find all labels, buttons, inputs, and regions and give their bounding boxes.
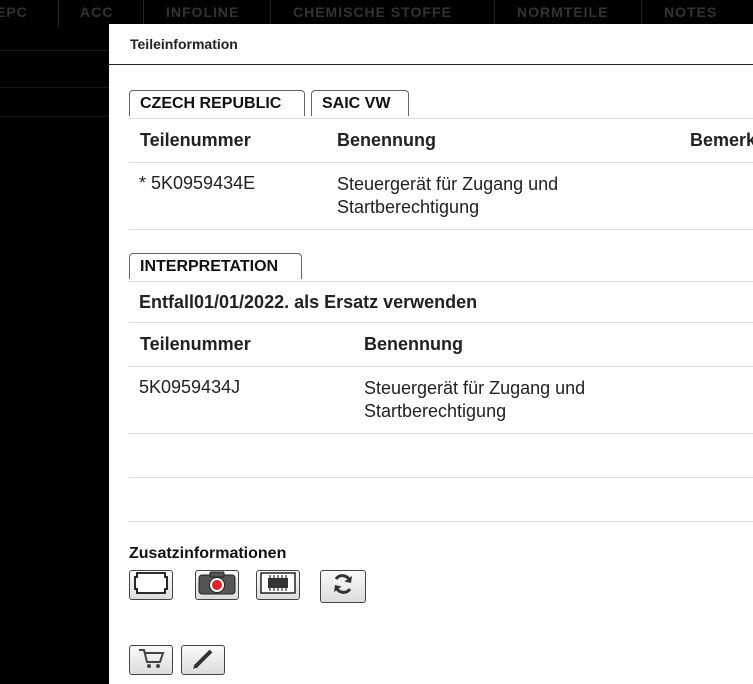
nav-epc: EPC xyxy=(0,4,28,20)
empty-row xyxy=(129,434,753,477)
nav-infoline: INFOLINE xyxy=(166,4,240,20)
nav-chemische-stoffe: CHEMISCHE STOFFE xyxy=(293,4,452,20)
part-name-line2: Startberechtigung xyxy=(337,197,480,217)
frame-icon-button[interactable] xyxy=(129,570,173,600)
parts-table-header: Teilenummer Benennung Bemerkung xyxy=(129,119,753,162)
chip-icon xyxy=(260,571,296,599)
pencil-icon xyxy=(190,646,216,675)
part-number: 5K0959434J xyxy=(139,377,241,397)
col-teilenummer: Teilenummer xyxy=(140,130,251,150)
region-tabs: CZECH REPUBLIC SAIC VW xyxy=(129,90,753,118)
nav-notes: NOTES xyxy=(664,4,718,20)
dialog-header: Teileinformation xyxy=(109,24,753,65)
table-row: 5K0959434J Steuergerät für Zugang und St… xyxy=(129,367,753,433)
nav-acc: ACC xyxy=(80,4,114,20)
part-name-line2: Startberechtigung xyxy=(364,401,507,421)
cart-icon-button[interactable] xyxy=(129,645,173,675)
col-bemerkung: Bemerkung xyxy=(690,130,753,150)
tab-saic-vw[interactable]: SAIC VW xyxy=(311,90,409,116)
refresh-icon xyxy=(331,572,355,601)
table-row: * 5K0959434E Steuergerät für Zugang und … xyxy=(129,163,753,229)
part-info-dialog: Teileinformation CZECH REPUBLIC SAIC VW … xyxy=(109,24,753,684)
cart-icon xyxy=(136,646,166,675)
col-benennung: Benennung xyxy=(337,130,436,150)
interpretation-table-header: Teilenummer Benennung xyxy=(129,323,753,366)
part-name-line1: Steuergerät für Zugang und xyxy=(337,174,559,194)
tab-interpretation[interactable]: INTERPRETATION xyxy=(129,253,302,279)
refresh-icon-button[interactable] xyxy=(320,570,366,603)
empty-row xyxy=(129,478,753,521)
tab-czech-republic[interactable]: CZECH REPUBLIC xyxy=(129,90,305,116)
frame-icon xyxy=(134,571,168,599)
camera-icon-button[interactable] xyxy=(195,570,239,600)
col-benennung: Benennung xyxy=(364,334,463,354)
camera-icon xyxy=(198,571,236,600)
pencil-icon-button[interactable] xyxy=(181,645,225,675)
interpretation-tabs: INTERPRETATION xyxy=(129,253,753,281)
additional-info-label: Zusatzinformationen xyxy=(129,545,287,562)
chip-icon-button[interactable] xyxy=(256,570,300,600)
part-name-line1: Steuergerät für Zugang und xyxy=(364,378,586,398)
nav-normteile: NORMTEILE xyxy=(517,4,609,20)
part-number: * 5K0959434E xyxy=(139,173,256,193)
dialog-content: CZECH REPUBLIC SAIC VW Teilenummer Benen… xyxy=(129,64,753,522)
dialog-title: Teileinformation xyxy=(130,36,238,52)
col-teilenummer: Teilenummer xyxy=(140,334,251,354)
interpretation-note: Entfall01/01/2022. als Ersatz verwenden xyxy=(139,292,478,312)
